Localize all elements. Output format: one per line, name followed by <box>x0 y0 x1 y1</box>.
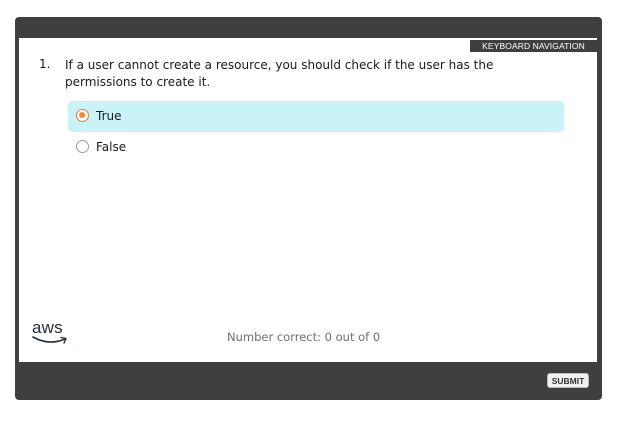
answer-option-label: True <box>96 109 122 123</box>
question-text: If a user cannot create a resource, you … <box>65 58 494 89</box>
question-number: 1. <box>39 57 51 71</box>
radio-button-unchecked[interactable] <box>76 140 89 153</box>
keyboard-navigation-button[interactable]: KEYBOARD NAVIGATION <box>470 40 597 52</box>
answer-option-label: False <box>96 140 127 154</box>
radio-button-checked[interactable] <box>76 109 89 122</box>
answer-option-false[interactable]: False <box>68 132 564 163</box>
submit-button[interactable]: SUBMIT <box>547 373 589 388</box>
question-panel: KEYBOARD NAVIGATION 1. If a user cannot … <box>19 38 597 362</box>
score-text: Number correct: 0 out of 0 <box>227 330 381 344</box>
answer-option-true[interactable]: True <box>68 101 564 132</box>
aws-smile-icon <box>32 336 67 344</box>
aws-logo: aws <box>32 318 72 346</box>
